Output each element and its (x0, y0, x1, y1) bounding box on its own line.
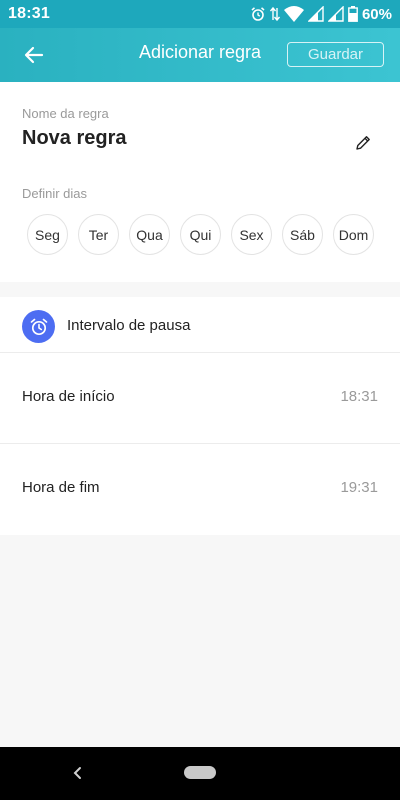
nav-home-pill[interactable] (184, 766, 216, 779)
end-time-row[interactable]: Hora de fim 19:31 (0, 444, 400, 535)
day-button-seg[interactable]: Seg (27, 214, 68, 255)
day-button-qui[interactable]: Qui (180, 214, 221, 255)
battery-icon (348, 6, 358, 22)
rule-card: Nome da regra Nova regra Definir dias Se… (0, 82, 400, 282)
signal-no-data-icon (327, 6, 344, 22)
day-selector: Seg Ter Qua Qui Sex Sáb Dom (27, 214, 374, 255)
alarm-clock-icon (22, 310, 55, 343)
pause-card: Intervalo de pausa Hora de início 18:31 … (0, 297, 400, 535)
status-bar: 18:31 60% (0, 0, 400, 28)
day-button-ter[interactable]: Ter (78, 214, 119, 255)
start-time-label: Hora de início (22, 388, 115, 405)
signal-icon (307, 6, 324, 22)
start-time-value: 18:31 (340, 388, 378, 405)
alarm-icon (251, 7, 265, 21)
chevron-left-icon (73, 767, 81, 779)
battery-percent: 60% (361, 5, 392, 23)
day-button-sex[interactable]: Sex (231, 214, 272, 255)
rule-name-label: Nome da regra (22, 106, 109, 121)
end-time-label: Hora de fim (22, 479, 100, 496)
pause-section-header: Intervalo de pausa (0, 297, 400, 353)
end-time-value: 19:31 (340, 479, 378, 496)
app-bar: Adicionar regra Guardar (0, 28, 400, 82)
start-time-row[interactable]: Hora de início 18:31 (0, 353, 400, 444)
pencil-icon (356, 136, 370, 150)
day-button-sab[interactable]: Sáb (282, 214, 323, 255)
wifi-icon (283, 6, 304, 22)
status-time: 18:31 (8, 5, 50, 22)
pause-section-title: Intervalo de pausa (67, 317, 191, 334)
rule-name-value[interactable]: Nova regra (22, 127, 127, 150)
nav-back-button[interactable] (68, 763, 88, 783)
days-label: Definir dias (22, 186, 88, 201)
save-button[interactable]: Guardar (287, 42, 384, 67)
edit-name-button[interactable] (354, 134, 376, 156)
status-icons: 60% (250, 6, 392, 23)
day-button-qua[interactable]: Qua (129, 214, 170, 255)
system-nav-bar (0, 747, 400, 800)
data-arrows-icon (269, 6, 280, 22)
day-button-dom[interactable]: Dom (333, 214, 374, 255)
